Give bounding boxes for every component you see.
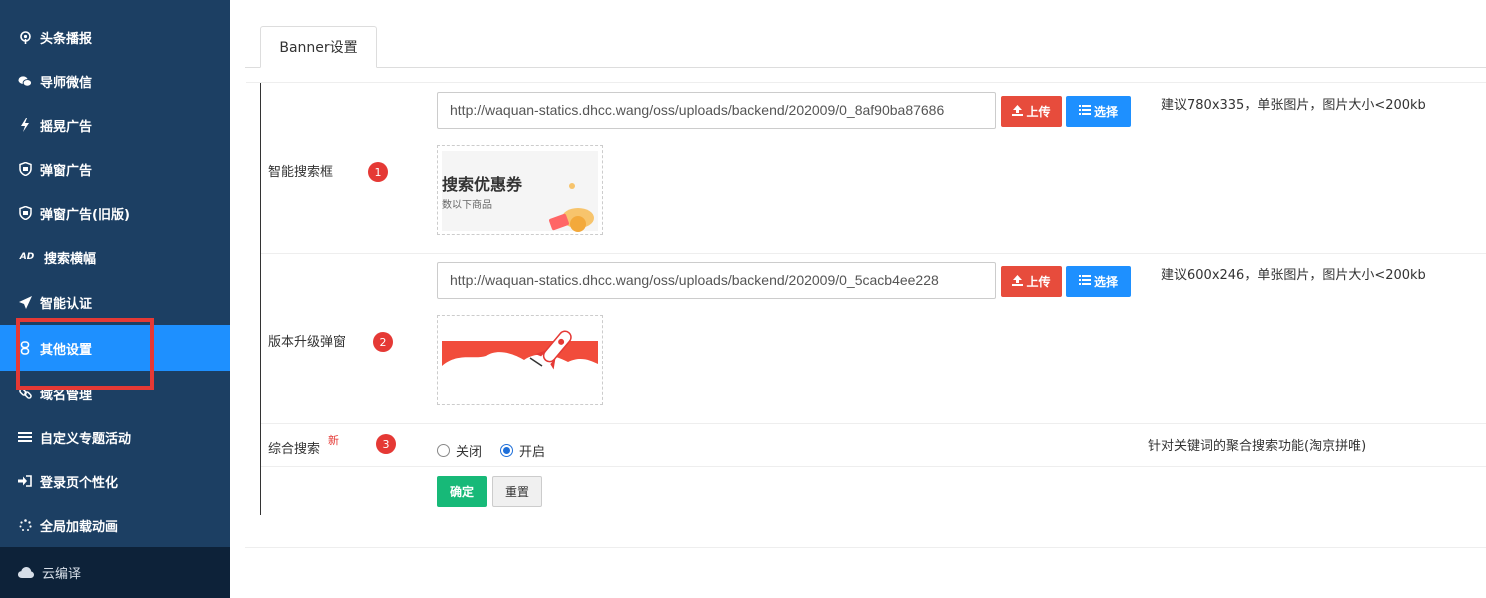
sign-in-icon [18,474,32,488]
cloud-icon [18,566,34,580]
smart-search-size-hint: 建议780x335，单张图片，图片大小<200kb [1161,98,1426,113]
sidebar-item-label: 摇晃广告 [40,119,93,135]
radio-on-label: 开启 [519,445,546,460]
popup-old-icon [18,206,32,220]
rocket-icon [18,295,32,309]
upload-button[interactable]: 上传 [1001,266,1062,297]
select-button-label: 选择 [1093,275,1118,289]
list-icon [1078,105,1091,118]
sidebar-item-domain-management[interactable]: 域名管理 [0,371,230,415]
row-divider [246,82,1486,83]
sidebar-item-login-page[interactable]: 登录页个性化 [0,459,230,503]
select-button[interactable]: 选择 [1066,96,1131,127]
radio-off-label: 关闭 [456,445,483,460]
smart-search-box-label: 智能搜索框 [268,165,334,180]
new-tag: 新 [328,434,339,447]
sidebar-item-popup-ad[interactable]: 弹窗广告 [0,147,230,191]
integrated-search-label: 综合搜索 [268,442,321,457]
link-icon [18,341,32,355]
ad-icon: AD [19,252,35,262]
version-upgrade-popup-label: 版本升级弹窗 [268,335,347,350]
sidebar-item-global-loading[interactable]: 全局加载动画 [0,503,230,547]
row-divider [261,423,1486,424]
upload-button-label: 上传 [1026,105,1051,119]
upload-icon [1012,274,1024,289]
upload-button[interactable]: 上传 [1001,96,1062,127]
sidebar-item-custom-topic[interactable]: 自定义专题活动 [0,415,230,459]
popup-icon [18,162,32,176]
sidebar: 头条播报 导师微信 摇晃广告 弹窗广告 弹窗广告(旧版) AD 搜索横幅 智能认… [0,0,230,598]
smart-search-image-preview[interactable]: 搜索优惠券 数以下商品 [437,145,603,235]
step-badge-3: 3 [376,434,396,454]
sidebar-item-label: 全局加载动画 [40,519,119,535]
sidebar-item-label: 自定义专题活动 [40,431,132,447]
integrated-search-hint: 针对关键词的聚合搜索功能(淘京拼唯) [1148,439,1367,454]
sidebar-item-label: 弹窗广告 [40,163,93,179]
sidebar-item-label: 头条播报 [40,31,93,47]
step-badge-1: 1 [368,162,388,182]
radio-off[interactable] [437,444,450,457]
main-content: Banner设置 智能搜索框 1 http://waquan-statics.d… [230,0,1486,598]
sidebar-item-label: 登录页个性化 [40,475,119,491]
sidebar-item-shake-ad[interactable]: 摇晃广告 [0,103,230,147]
confirm-button[interactable]: 确定 [437,476,487,507]
row-divider [261,466,1486,467]
upload-button-label: 上传 [1026,275,1051,289]
preview-title: 搜索优惠券 [442,175,523,194]
upload-icon [1012,104,1024,119]
sidebar-item-label: 弹窗广告(旧版) [40,207,130,223]
sidebar-item-label: 域名管理 [40,387,93,403]
sidebar-item-popup-ad-old[interactable]: 弹窗广告(旧版) [0,191,230,235]
sidebar-item-label: 其他设置 [40,342,93,358]
step-badge-2: 2 [373,332,393,352]
version-upgrade-image-url-input[interactable]: http://waquan-statics.dhcc.wang/oss/uplo… [437,262,996,299]
radio-on[interactable] [500,444,513,457]
version-upgrade-image-preview[interactable] [437,315,603,405]
row-divider [261,253,1486,254]
broadcast-icon [18,30,32,44]
sidebar-item-label: 智能认证 [40,296,93,312]
reset-button[interactable]: 重置 [492,476,542,507]
sidebar-item-smart-auth[interactable]: 智能认证 [0,280,230,324]
form-bottom-divider [245,547,1486,548]
select-button[interactable]: 选择 [1066,266,1131,297]
version-upgrade-size-hint: 建议600x246，单张图片，图片大小<200kb [1161,268,1426,283]
radio-on-option[interactable]: 开启 [500,441,545,460]
chain-icon [18,386,32,400]
sidebar-item-mentor-wechat[interactable]: 导师微信 [0,59,230,103]
sidebar-item-label: 云编译 [42,567,82,582]
select-button-label: 选择 [1093,105,1118,119]
sidebar-item-cloud-compile[interactable]: 云编译 [0,547,230,598]
tab-bar [245,67,1486,68]
preview-subtitle: 数以下商品 [442,198,492,211]
list-icon [1078,275,1091,288]
wechat-icon [18,74,32,88]
sidebar-item-label: 搜索横幅 [44,251,97,267]
list-icon [18,430,32,444]
sidebar-item-other-settings[interactable]: 其他设置 [0,325,230,371]
radio-off-option[interactable]: 关闭 [437,441,482,460]
sidebar-item-search-banner[interactable]: AD 搜索横幅 [0,235,230,279]
sidebar-item-label: 导师微信 [40,75,93,91]
tab-banner-settings[interactable]: Banner设置 [260,26,377,68]
bolt-icon [18,118,32,132]
smart-search-image-url-input[interactable]: http://waquan-statics.dhcc.wang/oss/uplo… [437,92,996,129]
spinner-icon [18,518,32,532]
sidebar-item-headline-broadcast[interactable]: 头条播报 [0,15,230,59]
